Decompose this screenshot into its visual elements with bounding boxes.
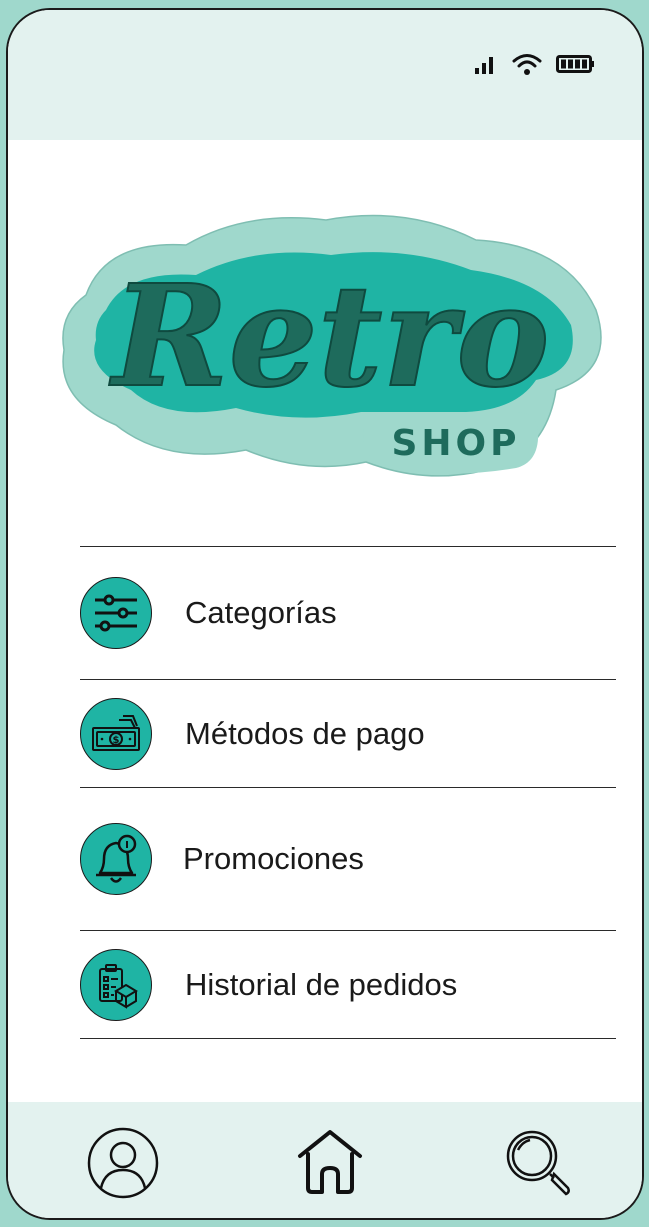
menu-divider — [80, 1038, 616, 1039]
status-bar — [8, 10, 642, 140]
menu-label-historial-de-pedidos: Historial de pedidos — [185, 966, 458, 1002]
menu-label-promociones: Promociones — [183, 841, 364, 876]
search-button[interactable] — [502, 1126, 576, 1205]
home-button[interactable] — [294, 1126, 366, 1203]
battery-icon — [556, 55, 594, 73]
menu-label-metodos-de-pago: Métodos de pago — [185, 715, 425, 751]
phone-frame: Retro SHOP Categorías $ Métodos de pago … — [6, 8, 644, 1220]
menu-item-metodos-de-pago[interactable]: $ Métodos de pago — [80, 680, 616, 787]
main-menu: Categorías $ Métodos de pago Promociones… — [80, 546, 616, 1039]
wifi-icon — [512, 54, 542, 75]
order-history-icon — [80, 948, 152, 1021]
menu-label-categorias: Categorías — [185, 595, 337, 630]
signal-icon — [475, 57, 493, 74]
sliders-icon — [80, 577, 152, 649]
status-icons — [474, 52, 596, 76]
home-icon — [298, 1130, 362, 1194]
bottom-nav-bar — [8, 1102, 642, 1218]
profile-button[interactable] — [86, 1126, 160, 1205]
menu-item-categorias[interactable]: Categorías — [80, 547, 616, 679]
bell-icon — [80, 823, 152, 895]
logo-subtitle: SHOP — [391, 423, 520, 464]
search-icon — [506, 1130, 570, 1196]
menu-item-promociones[interactable]: Promociones — [80, 788, 616, 930]
svg-text:$: $ — [113, 735, 120, 746]
logo-title: Retro — [108, 255, 549, 419]
money-icon: $ — [80, 697, 152, 770]
retro-shop-logo: Retro SHOP — [62, 214, 602, 477]
user-icon — [87, 1127, 159, 1199]
menu-item-historial-de-pedidos[interactable]: Historial de pedidos — [80, 931, 616, 1038]
